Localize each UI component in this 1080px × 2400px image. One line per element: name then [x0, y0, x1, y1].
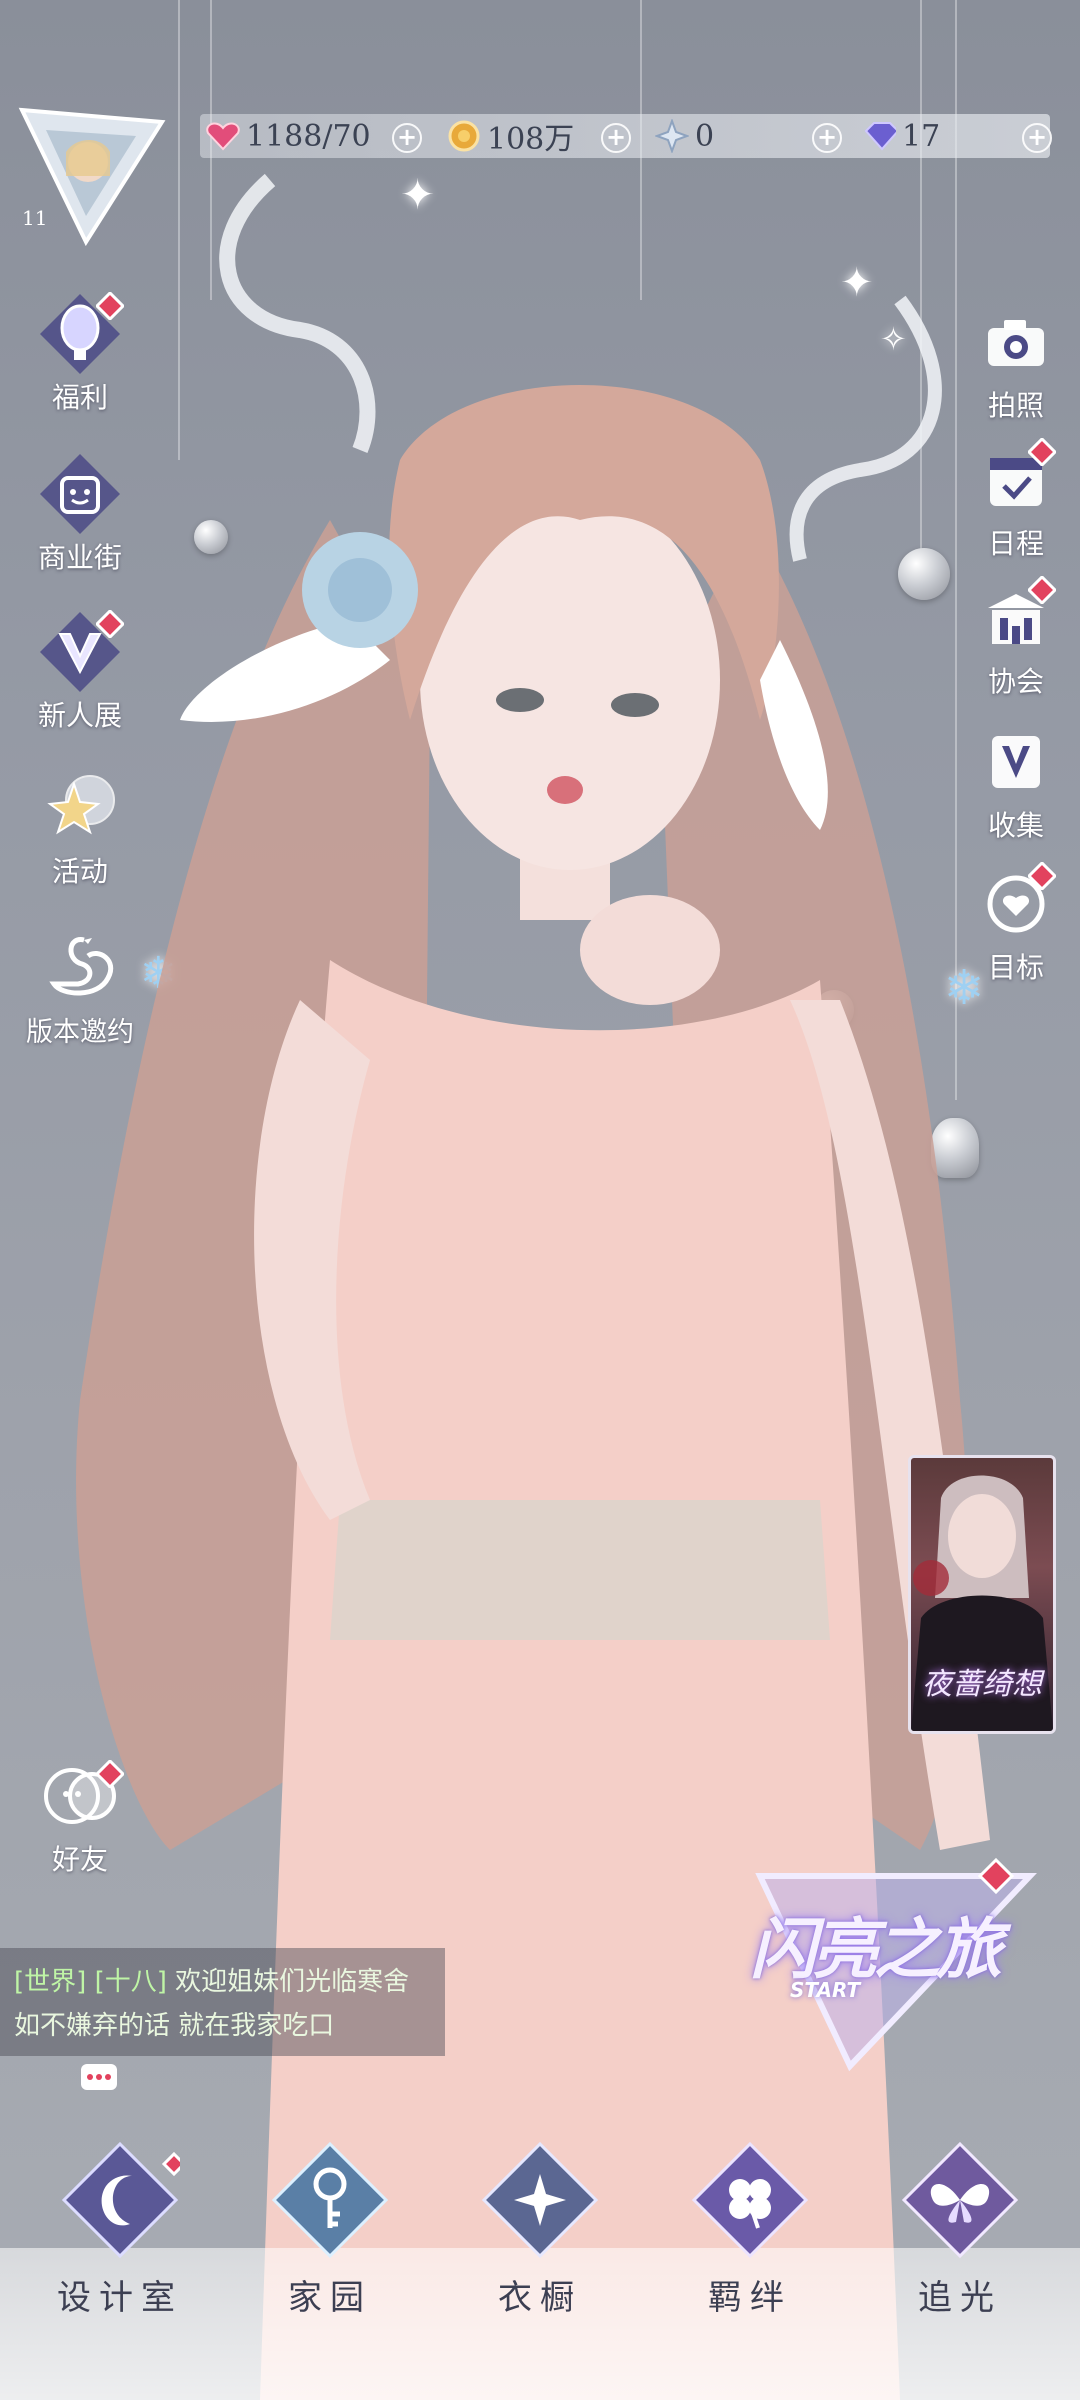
nav-bonds[interactable]: 羁绊 [670, 2140, 830, 2319]
shopping-bag-icon [38, 452, 122, 536]
menu-schedule[interactable]: 日程 [946, 438, 1080, 562]
nav-home-label: 家园 [288, 2278, 372, 2318]
menu-photo-label: 拍照 [987, 389, 1044, 422]
nav-chase-light-label: 追光 [918, 2278, 1002, 2318]
camera-icon [974, 300, 1058, 384]
resource-diamond: 17 [862, 114, 940, 158]
promo-card-night-rose[interactable]: 夜蔷绮想 [908, 1455, 1056, 1734]
menu-events-label: 活动 [51, 855, 108, 888]
menu-welfare-label: 福利 [51, 381, 108, 414]
chat-channel: [世界] [14, 1967, 87, 1997]
snow-gem-icon [481, 2141, 599, 2259]
menu-welfare[interactable]: 福利 [10, 292, 150, 416]
swan-icon [38, 926, 122, 1010]
menu-schedule-label: 日程 [987, 527, 1044, 560]
menu-collection-label: 收集 [987, 809, 1044, 842]
game-home-screen: ✦ ✦ ✧ ❄ ❄ 11 1188/70 + 108万 + 0 + 17 + 福… [0, 0, 1080, 2400]
add-gold-button[interactable]: + [601, 123, 631, 153]
star-bubble-icon [38, 766, 122, 850]
crystal-value: 0 [695, 118, 715, 154]
promo-card-title: 夜蔷绮想 [922, 1667, 1042, 1702]
key-gem-icon [271, 2141, 389, 2259]
world-chat-panel[interactable]: [世界] [十八] 欢迎姐妹们光临寒舍 如不嫌弃的话 就在我家吃口 [0, 1948, 445, 2056]
butterfly-gem-icon [901, 2141, 1019, 2259]
menu-association-label: 协会 [987, 665, 1044, 698]
red-dot-badge [96, 292, 124, 320]
menu-photo[interactable]: 拍照 [946, 300, 1080, 424]
resource-stamina: 1188/70 [206, 114, 371, 158]
red-dot-badge [1028, 862, 1056, 890]
player-level: 11 [22, 206, 48, 230]
chat-expand-icon[interactable] [80, 2063, 118, 2091]
menu-newcomer-exhibit[interactable]: 新人展 [10, 610, 150, 734]
red-dot-badge [96, 1760, 124, 1788]
nav-bonds-label: 羁绊 [708, 2278, 792, 2318]
menu-goals-label: 目标 [987, 951, 1044, 984]
diamond-icon [862, 119, 896, 153]
journey-title: 闪亮之旅 [750, 1910, 1002, 1988]
nav-wardrobe-label: 衣橱 [498, 2278, 582, 2318]
menu-association[interactable]: 协会 [946, 576, 1080, 700]
menu-shopping-street-label: 商业街 [37, 541, 122, 574]
diamond-value: 17 [902, 118, 941, 154]
menu-goals[interactable]: 目标 [946, 862, 1080, 986]
chat-sender: [十八] [94, 1967, 167, 1997]
shining-journey-banner[interactable]: 闪亮之旅 START [740, 1856, 1040, 2086]
heart-gem-icon [206, 119, 240, 153]
nav-design-studio[interactable]: 设计室 [40, 2140, 200, 2319]
menu-version-invite-label: 版本邀约 [26, 1017, 134, 1048]
menu-newcomer-exhibit-label: 新人展 [37, 699, 122, 732]
nav-home[interactable]: 家园 [250, 2140, 410, 2319]
menu-version-invite[interactable]: 版本邀约 [10, 926, 150, 1049]
add-crystal-button[interactable]: + [812, 123, 842, 153]
gold-coin-icon [447, 119, 481, 153]
stamina-value: 1188/70 [246, 118, 371, 154]
add-stamina-button[interactable]: + [392, 123, 422, 153]
red-dot-badge [96, 610, 124, 638]
resource-crystal: 0 [655, 114, 714, 158]
gold-value: 108万 [487, 122, 575, 157]
snowflake-crystal-icon [655, 119, 689, 153]
moon-gem-icon [61, 2141, 187, 2259]
nav-design-studio-label: 设计室 [57, 2278, 183, 2318]
clover-gem-icon [691, 2141, 809, 2259]
red-dot-badge [1028, 576, 1056, 604]
menu-collection[interactable]: 收集 [946, 720, 1080, 844]
menu-friends-label: 好友 [51, 1843, 108, 1876]
nav-chase-light[interactable]: 追光 [880, 2140, 1040, 2319]
resource-gold: 108万 [447, 114, 574, 158]
v-book-icon [974, 720, 1058, 804]
nav-wardrobe[interactable]: 衣橱 [460, 2140, 620, 2319]
journey-subtitle: START [790, 1978, 861, 2002]
menu-shopping-street[interactable]: 商业街 [10, 452, 150, 576]
red-dot-badge [1028, 438, 1056, 466]
menu-friends[interactable]: 好友 [10, 1754, 150, 1878]
menu-events[interactable]: 活动 [10, 766, 150, 890]
add-diamond-button[interactable]: + [1022, 123, 1052, 153]
